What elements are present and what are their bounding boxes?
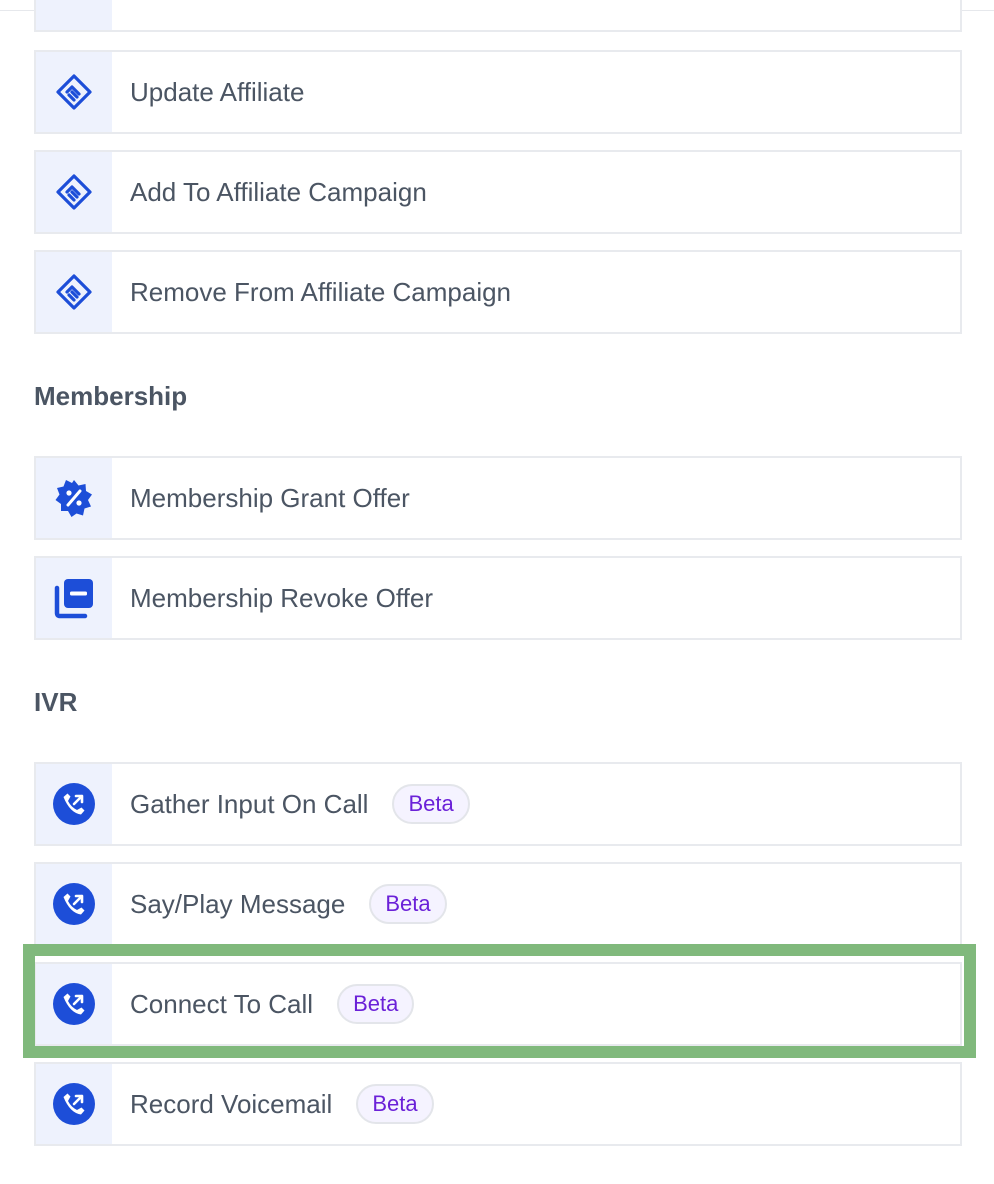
beta-badge: Beta <box>392 784 470 824</box>
handshake-icon <box>36 52 112 132</box>
action-item-update-affiliate[interactable]: Update Affiliate <box>34 50 962 134</box>
handshake-icon <box>36 252 112 332</box>
beta-badge: Beta <box>337 984 415 1024</box>
handshake-icon <box>36 152 112 232</box>
stacked-minus-icon <box>36 558 112 638</box>
action-item-add-to-affiliate-campaign[interactable]: Add To Affiliate Campaign <box>34 150 962 234</box>
item-icon-box <box>36 0 112 30</box>
action-item-gather-input-on-call[interactable]: Gather Input On Call Beta <box>34 762 962 846</box>
action-item-connect-to-call[interactable]: Connect To Call Beta <box>34 962 962 1046</box>
phone-outgoing-icon <box>36 764 112 844</box>
action-item-partial[interactable] <box>34 0 962 32</box>
item-label: Membership Grant Offer <box>130 482 410 513</box>
action-item-say-play-message[interactable]: Say/Play Message Beta <box>34 862 962 946</box>
phone-outgoing-icon <box>36 1064 112 1144</box>
item-label: Remove From Affiliate Campaign <box>130 276 512 307</box>
section-title-membership: Membership <box>34 381 188 411</box>
item-label: Record Voicemail <box>130 1088 333 1119</box>
action-item-remove-from-affiliate-campaign[interactable]: Remove From Affiliate Campaign <box>34 250 962 334</box>
beta-badge: Beta <box>356 1084 434 1124</box>
phone-outgoing-icon <box>36 964 112 1044</box>
phone-outgoing-icon <box>36 864 112 944</box>
action-item-record-voicemail[interactable]: Record Voicemail Beta <box>34 1062 962 1146</box>
beta-badge: Beta <box>369 884 447 924</box>
action-item-membership-grant-offer[interactable]: Membership Grant Offer <box>34 456 962 540</box>
item-label: Membership Revoke Offer <box>130 582 433 613</box>
item-label: Connect To Call <box>130 988 314 1019</box>
action-item-membership-revoke-offer[interactable]: Membership Revoke Offer <box>34 556 962 640</box>
item-label: Update Affiliate <box>130 76 305 107</box>
item-label: Say/Play Message <box>130 888 346 919</box>
discount-badge-icon <box>36 458 112 538</box>
section-title-ivr: IVR <box>34 687 78 717</box>
item-label: Gather Input On Call <box>130 788 369 819</box>
item-label: Add To Affiliate Campaign <box>130 176 427 207</box>
